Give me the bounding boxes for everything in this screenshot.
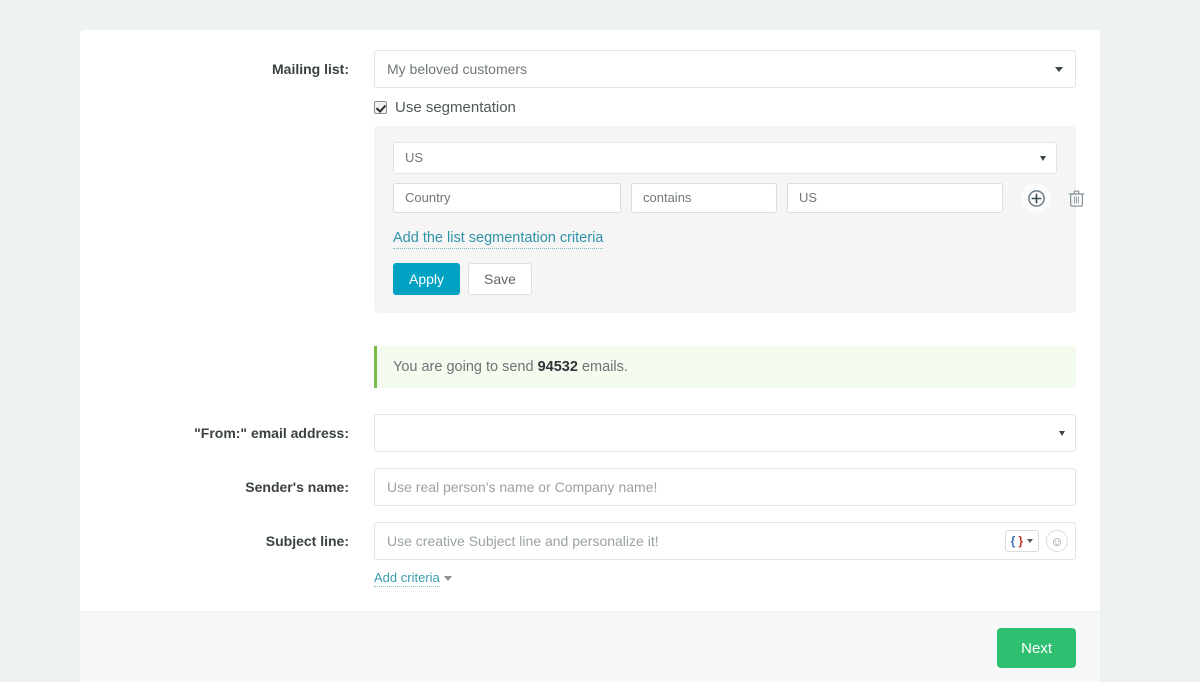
- subject-line-shell: {} ☺: [374, 522, 1076, 560]
- criteria-value-text: US: [787, 183, 1003, 213]
- plus-circle-icon[interactable]: [1021, 183, 1051, 213]
- mailing-list-row: Mailing list: My beloved customers: [104, 50, 1076, 88]
- chevron-down-icon: [1027, 539, 1033, 543]
- use-segmentation-checkbox[interactable]: [374, 101, 387, 114]
- chevron-down-icon: [444, 576, 452, 581]
- alert-suffix: emails.: [578, 359, 628, 375]
- alert-prefix: You are going to send: [393, 359, 538, 375]
- criteria-value-field[interactable]: US: [787, 183, 1003, 213]
- criteria-operator-value: contains: [631, 183, 777, 213]
- segmentation-row: Use segmentation US Country: [104, 99, 1076, 388]
- curly-braces-icon[interactable]: {}: [1005, 530, 1039, 552]
- criteria-field-value: Country: [393, 183, 621, 213]
- from-email-control: [374, 414, 1076, 452]
- saved-segment-value: US: [393, 142, 1057, 174]
- add-segmentation-criteria-wrap: Add the list segmentation criteria: [393, 229, 1057, 246]
- card-footer: Next: [80, 611, 1100, 682]
- subject-line-label: Subject line:: [104, 522, 374, 560]
- trash-icon[interactable]: [1061, 183, 1091, 213]
- from-email-label: "From:" email address:: [104, 414, 374, 452]
- sender-name-input[interactable]: [374, 468, 1076, 506]
- add-segmentation-criteria-link[interactable]: Add the list segmentation criteria: [393, 230, 603, 249]
- saved-segment-select[interactable]: US: [393, 142, 1057, 174]
- next-button[interactable]: Next: [997, 628, 1076, 668]
- subject-line-input[interactable]: [374, 522, 1076, 560]
- subject-line-control: {} ☺ Add criteria: [374, 522, 1076, 585]
- segmentation-buttons: Apply Save: [393, 263, 1057, 295]
- segmentation-control: Use segmentation US Country: [374, 99, 1076, 388]
- sender-name-control: [374, 468, 1076, 506]
- use-segmentation-label: Use segmentation: [395, 99, 516, 116]
- brace-left: {: [1011, 535, 1016, 547]
- mailing-list-select[interactable]: My beloved customers: [374, 50, 1076, 88]
- segmentation-panel: US Country contains: [374, 126, 1076, 313]
- add-criteria-link[interactable]: Add criteria: [374, 570, 440, 587]
- criteria-row: Country contains US: [393, 183, 1057, 213]
- save-button[interactable]: Save: [468, 263, 532, 295]
- saved-segment-row: US: [393, 142, 1057, 174]
- apply-button[interactable]: Apply: [393, 263, 460, 295]
- alert-count: 94532: [538, 359, 578, 375]
- smiley-face-icon[interactable]: ☺: [1046, 530, 1068, 552]
- from-email-value: [374, 414, 1076, 452]
- mailing-list-control: My beloved customers: [374, 50, 1076, 88]
- page-root: Mailing list: My beloved customers Use s…: [0, 0, 1200, 682]
- add-criteria-wrap: Add criteria: [374, 569, 1076, 585]
- use-segmentation-checkbox-row[interactable]: Use segmentation: [374, 99, 1076, 116]
- mailing-list-label: Mailing list:: [104, 50, 374, 88]
- from-email-row: "From:" email address:: [104, 414, 1076, 452]
- card-body: Mailing list: My beloved customers Use s…: [80, 30, 1100, 611]
- brace-right: }: [1018, 535, 1023, 547]
- campaign-setup-card: Mailing list: My beloved customers Use s…: [80, 30, 1100, 682]
- subject-line-tools: {} ☺: [1005, 530, 1068, 552]
- subject-line-row: Subject line: {} ☺ Add criteri: [104, 522, 1076, 585]
- sender-name-row: Sender's name:: [104, 468, 1076, 506]
- sender-name-label: Sender's name:: [104, 468, 374, 506]
- from-email-select[interactable]: [374, 414, 1076, 452]
- send-count-alert: You are going to send 94532 emails.: [374, 346, 1076, 388]
- mailing-list-value: My beloved customers: [374, 50, 1076, 88]
- criteria-operator-select[interactable]: contains: [631, 183, 777, 213]
- criteria-field-select[interactable]: Country: [393, 183, 621, 213]
